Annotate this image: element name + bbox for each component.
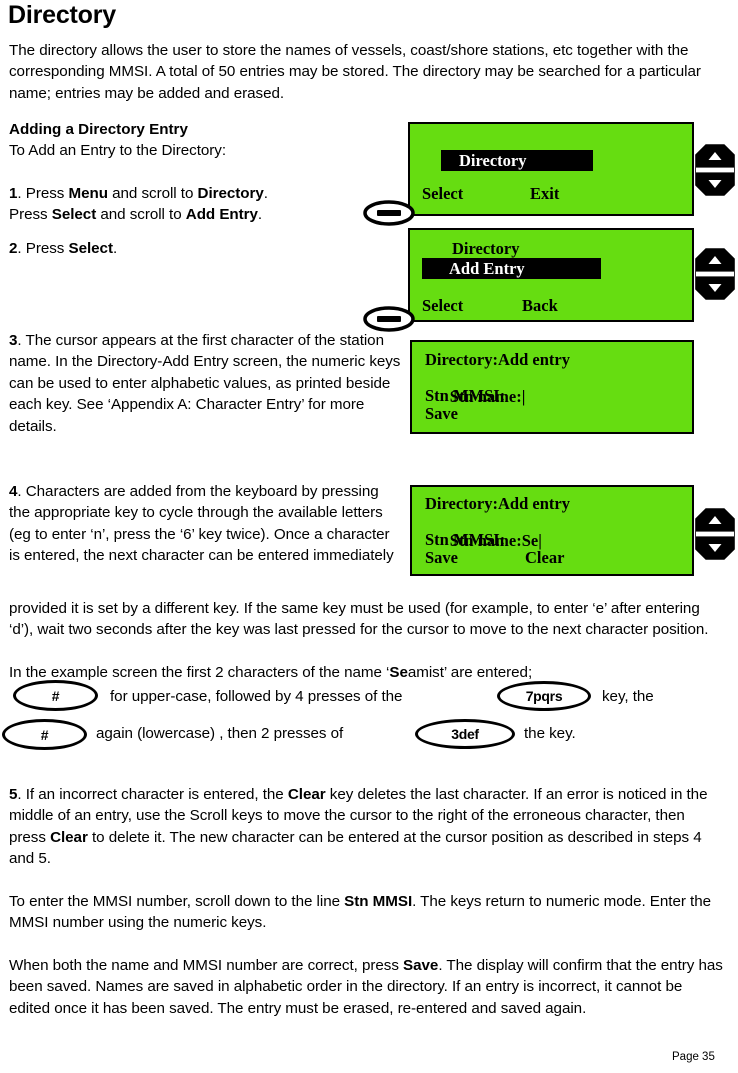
lcd1-softkey-exit: Exit — [530, 184, 560, 203]
example-line2-text-b: key, the — [602, 688, 654, 705]
step-5-key-clear-1: Clear — [287, 786, 326, 803]
lcd2-softkey-select: Select — [422, 296, 464, 315]
example-chars: Se — [389, 664, 408, 681]
mmsi-field-label: Stn MMSI — [344, 893, 413, 910]
example-line3-text-a: again (lowercase) , then 2 presses of — [96, 725, 344, 742]
lcd4-line-title: Directory:Add entry — [425, 494, 570, 513]
keycap-7pqrs[interactable]: 7pqrs — [497, 681, 591, 711]
step-1-text-a: . Press — [17, 185, 69, 202]
scroll-key-icon-3[interactable] — [695, 508, 735, 560]
manual-page: Directory The directory allows the user … — [0, 0, 738, 1073]
mmsi-paragraph: To enter the MMSI number, scroll down to… — [9, 891, 723, 934]
step-2-text-b: . — [112, 240, 118, 257]
save-key-label: Save — [403, 957, 439, 974]
footer-page-number: Page 35 — [672, 1051, 715, 1063]
step-1-key-select: Select — [51, 206, 97, 224]
keycap-hash-upper[interactable]: # — [13, 680, 98, 711]
step-4-text-column: . Characters are added from the keyboard… — [9, 483, 394, 565]
lcd3-text-cursor: | — [521, 387, 526, 406]
example-intro: In the example screen the first 2 charac… — [9, 662, 723, 683]
lcd3-line-title: Directory:Add entry — [425, 350, 570, 369]
step-3-text: . The cursor appears at the first charac… — [9, 332, 401, 435]
step-2-key-select: Select — [68, 240, 114, 257]
lcd4-softkey-clear: Clear — [525, 548, 565, 567]
step-5-text-a: . If an incorrect character is entered, … — [17, 786, 288, 803]
step-4-column: 4. Characters are added from the keyboar… — [9, 481, 401, 567]
step-1-menu-directory: Directory — [197, 185, 264, 202]
step-1-text-c: . — [263, 185, 268, 202]
save-text-a: When both the name and MMSI number are c… — [9, 957, 404, 974]
lcd-screen-add-entry-empty: Directory:Add entry Stn name:| Stn MMSI:… — [410, 340, 694, 434]
lcd-screen-directory-select: Directory Select Exit — [408, 122, 694, 216]
select-key-icon-1[interactable] — [363, 200, 415, 226]
intro-paragraph: The directory allows the user to store t… — [9, 42, 701, 102]
scroll-key-icon-2[interactable] — [695, 248, 735, 300]
section-subheading: To Add an Entry to the Directory: — [9, 142, 226, 159]
lcd1-softkey-select: Select — [422, 184, 464, 203]
lcd4-line-stn-mmsi: Stn MMSI: — [425, 530, 506, 549]
lcd2-title-directory: Directory — [452, 239, 520, 258]
lcd2-highlight-add-entry: Add Entry — [422, 258, 601, 279]
lcd3-softkey-save: Save — [425, 404, 458, 423]
mmsi-text-a: To enter the MMSI number, scroll down to… — [9, 893, 345, 910]
page-title: Directory — [8, 1, 116, 29]
example-line3-text-b: the key. — [524, 725, 576, 742]
example-text-b: amist’ are entered; — [407, 664, 533, 681]
step-2-text-a: . Press — [17, 240, 69, 257]
lcd3-line-stn-mmsi: Stn MMSI: — [425, 386, 506, 405]
example-text-a: In the example screen the first 2 charac… — [9, 664, 390, 681]
step-1-key-menu: Menu — [68, 185, 109, 202]
step-2: 2. Press Select. — [9, 238, 409, 259]
step-1-text-b: and scroll to — [107, 185, 198, 202]
lcd4-softkey-save: Save — [425, 548, 458, 567]
select-key-icon-2[interactable] — [363, 306, 415, 332]
step-1-menu-add-entry: Add Entry — [185, 206, 258, 224]
step-1-text-f: . — [257, 206, 263, 224]
step-5: 5. If an incorrect character is entered,… — [9, 784, 723, 870]
step-1-text-d: Press — [9, 206, 52, 224]
example-line2-text-a: for upper-case, followed by 4 presses of… — [110, 688, 403, 705]
lcd-screen-add-entry-se: Directory:Add entry Stn name:Se| Stn MMS… — [410, 485, 694, 576]
scroll-key-icon-1[interactable] — [695, 144, 735, 196]
step-5-text-c: to delete it. The new character can be e… — [9, 828, 702, 868]
keycap-hash-lower[interactable]: # — [2, 719, 87, 750]
step-1: 1. Press Menu and scroll to Directory. Pr… — [9, 183, 409, 226]
step-4-continuation: provided it is set by a different key. I… — [9, 600, 709, 639]
keycap-3def[interactable]: 3def — [415, 719, 515, 749]
step-5-key-clear-2: Clear — [50, 828, 88, 846]
lcd1-highlight-directory: Directory — [441, 150, 593, 171]
save-paragraph: When both the name and MMSI number are c… — [9, 955, 723, 1019]
section-heading: Adding a Directory Entry — [9, 121, 188, 138]
lcd-screen-directory-add-entry: Directory Add Entry Select Back — [408, 228, 694, 322]
step-1-text-e: and scroll to — [96, 206, 186, 224]
step-3: 3. The cursor appears at the first chara… — [9, 330, 401, 437]
lcd2-softkey-back: Back — [522, 296, 558, 315]
